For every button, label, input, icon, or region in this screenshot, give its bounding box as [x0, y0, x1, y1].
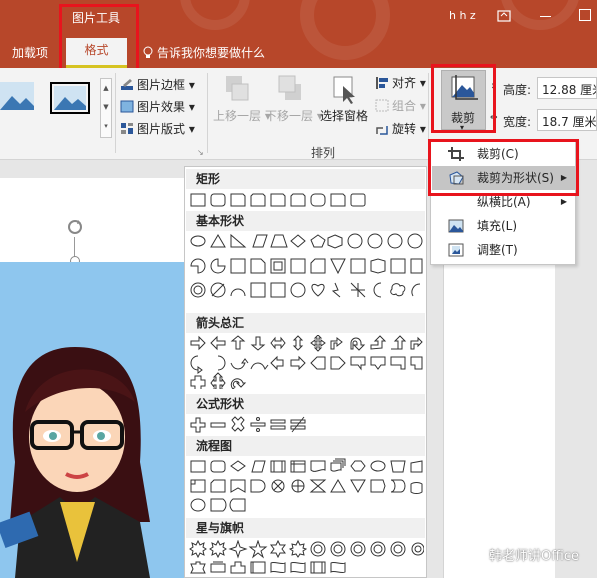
rotate-label: 旋转	[392, 122, 417, 136]
menu-item-fill-label: 填充(L)	[477, 219, 518, 233]
bring-forward-icon	[226, 76, 249, 101]
maximize-icon[interactable]	[579, 9, 591, 21]
shape-rows-arrows[interactable]	[188, 335, 424, 389]
fit-icon	[448, 243, 464, 257]
layout-icon	[121, 123, 133, 134]
picture-style-thumbnail-selected[interactable]	[50, 82, 90, 114]
send-backward-icon	[278, 75, 301, 100]
category-flowchart: 流程图	[186, 436, 425, 456]
watermark-text: 韩老师讲Office	[489, 549, 579, 564]
menu-item-fit[interactable]: 调整(T)	[432, 238, 575, 262]
align-icon	[376, 77, 388, 89]
group-icon	[375, 99, 389, 112]
tell-me-search[interactable]: 告诉我你想要做什么	[142, 44, 265, 61]
shape-rows-stars[interactable]	[188, 540, 424, 578]
category-rectangles: 矩形	[186, 169, 425, 189]
send-backward-label: 下移一层	[265, 109, 314, 123]
selection-pane-label: 选择窗格	[319, 109, 368, 123]
picture-layout-label: 图片版式	[137, 122, 186, 136]
menu-item-fit-label: 调整(T)	[477, 243, 518, 257]
block-arrow-shapes-icons[interactable]	[188, 335, 424, 389]
menu-item-fill[interactable]: 填充(L)	[432, 214, 575, 238]
lightbulb-icon	[143, 46, 153, 58]
watermark: 韩老师讲Office	[467, 545, 579, 564]
picture-effects-button[interactable]: 图片效果 ▾	[120, 98, 195, 115]
category-stars-banners: 星与旗帜	[186, 518, 425, 538]
picture-border-label: 图片边框	[137, 78, 186, 92]
arrange-group-label: 排列	[311, 146, 336, 160]
shape-rows-flowchart[interactable]	[188, 458, 424, 512]
ribbon-separator	[207, 73, 208, 153]
shape-row-rectangles[interactable]	[188, 191, 424, 209]
basic-shapes-icons[interactable]	[188, 233, 424, 305]
rotate-button[interactable]: 旋转 ▾	[375, 120, 426, 137]
width-label: 宽度:	[503, 115, 532, 129]
cartoon-girl-image	[0, 347, 150, 578]
group-label: 组合	[392, 99, 417, 113]
effects-icon	[120, 100, 134, 113]
category-basic-shapes: 基本形状	[186, 211, 425, 231]
picture-style-thumbnail[interactable]	[0, 82, 34, 110]
bring-forward-button[interactable]: 上移一层 ▾	[213, 74, 271, 124]
rotate-handle-icon[interactable]	[66, 218, 84, 236]
flowchart-shapes-icons[interactable]	[188, 458, 424, 512]
category-equation-shapes: 公式形状	[186, 394, 425, 414]
pen-icon	[121, 79, 133, 90]
gallery-scroll[interactable]: ▲ ▼ ▾	[100, 78, 112, 138]
title-decoration	[300, 0, 390, 60]
title-decoration	[180, 0, 250, 30]
crop-to-shape-gallery: 矩形 基本形状 箭头总汇 公式形状 流程图 星与旗帜	[184, 166, 427, 578]
tell-me-label: 告诉我你想要做什么	[157, 46, 266, 60]
height-label: 高度:	[503, 83, 532, 97]
picture-border-button[interactable]: 图片边框 ▾	[120, 76, 195, 93]
align-button[interactable]: 对齐 ▾	[375, 74, 426, 91]
rotate-icon	[376, 126, 388, 135]
equation-shapes-icons[interactable]	[188, 416, 424, 434]
dialog-launcher-icon[interactable]: ↘	[197, 148, 204, 157]
selection-pane-button[interactable]: 选择窗格	[318, 74, 370, 124]
ribbon-separator	[115, 73, 116, 153]
ribbon-display-icon[interactable]	[497, 10, 511, 22]
shape-rows-basic[interactable]	[188, 233, 424, 305]
minimize-icon[interactable]	[540, 16, 551, 17]
rectangle-shapes-icons[interactable]	[188, 191, 424, 209]
fill-icon	[448, 219, 464, 233]
picture-effects-label: 图片效果	[137, 100, 186, 114]
user-name[interactable]: h h z	[449, 9, 476, 22]
category-block-arrows: 箭头总汇	[186, 313, 425, 333]
highlight-box-crop-button	[431, 64, 496, 133]
title-decoration	[500, 0, 580, 30]
send-backward-button[interactable]: 下移一层 ▾	[265, 74, 323, 124]
bring-forward-label: 上移一层	[213, 109, 262, 123]
selection-pane-icon	[333, 76, 355, 104]
menu-item-aspect-ratio-label: 纵横比(A)	[477, 195, 531, 209]
star-shapes-icons[interactable]	[188, 540, 424, 578]
width-input[interactable]: 18.7 厘米	[537, 109, 597, 131]
tab-addins[interactable]: 加载项	[12, 44, 48, 61]
picture-layout-button[interactable]: 图片版式 ▾	[120, 120, 195, 137]
highlight-box-format-tab	[59, 4, 139, 76]
wechat-icon	[467, 549, 484, 561]
highlight-box-crop-to-shape	[428, 139, 579, 196]
shape-row-equation[interactable]	[188, 416, 424, 434]
height-input[interactable]: 12.88 厘米	[537, 77, 597, 99]
align-label: 对齐	[392, 76, 417, 90]
cartoon-picture[interactable]	[0, 262, 185, 578]
group-button[interactable]: 组合 ▾	[375, 97, 426, 114]
